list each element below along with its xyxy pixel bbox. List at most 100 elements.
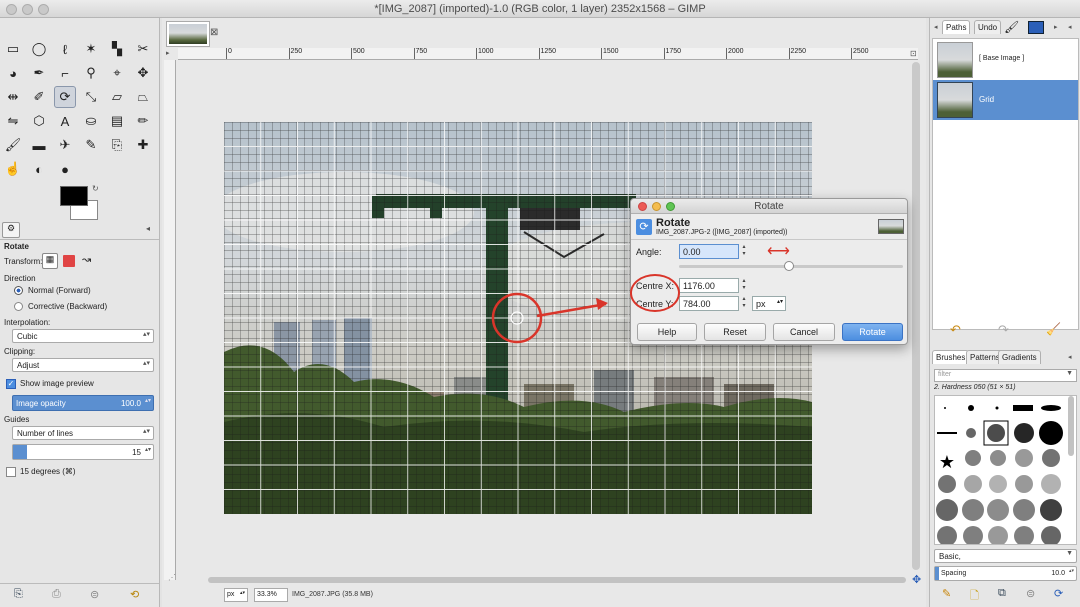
bucket-fill-icon[interactable]: ⛀ <box>80 110 102 132</box>
color-picker-icon[interactable]: ⌐ <box>54 62 76 84</box>
brush-filter-input[interactable]: filter ▼ <box>934 369 1077 382</box>
swap-colors-icon[interactable]: ↻ <box>92 184 99 193</box>
dock-scroll-left-icon[interactable]: ◂ <box>934 23 938 31</box>
tab-paths[interactable]: Paths <box>942 20 971 34</box>
duplicate-brush-icon[interactable]: ⧉ <box>998 587 1006 600</box>
perspective-icon[interactable]: ⏢ <box>132 86 154 108</box>
dock-menu-icon[interactable]: ◂ <box>1068 23 1072 31</box>
tab-undo[interactable]: Undo <box>974 20 1002 34</box>
guides-select[interactable]: Number of lines ▴▾ <box>12 426 154 440</box>
dodge-icon[interactable]: ● <box>54 158 76 180</box>
ink-icon[interactable]: ✎ <box>80 134 102 156</box>
navigate-corner-icon[interactable]: ⊡ <box>910 49 917 58</box>
help-button[interactable]: Help <box>637 323 697 341</box>
guide-lines-slider[interactable]: 15 ▴▾ <box>12 444 154 460</box>
foreground-color-swatch[interactable] <box>60 186 88 206</box>
rotate-button[interactable]: Rotate <box>842 323 903 341</box>
redo-icon[interactable]: ↷ <box>998 322 1009 338</box>
reset-button[interactable]: Reset <box>704 323 766 341</box>
navigate-icon[interactable]: ✥ <box>912 573 921 586</box>
close-tab-icon[interactable]: ⊠ <box>210 27 218 38</box>
quick-mask-corner[interactable]: ▸ <box>166 49 176 59</box>
align-icon[interactable]: ⇹ <box>2 86 24 108</box>
scale-icon[interactable]: ⤡ <box>80 86 102 108</box>
blur-icon[interactable]: ◐ <box>28 158 50 180</box>
lasso-icon[interactable]: ℓ <box>54 38 76 60</box>
clear-undo-icon[interactable]: 🧹 <box>1046 322 1061 336</box>
measure-icon[interactable]: ⌖ <box>106 62 128 84</box>
angle-slider[interactable] <box>679 261 903 271</box>
text-icon[interactable]: A <box>54 110 76 132</box>
heal-icon[interactable]: ✚ <box>132 134 154 156</box>
centre-y-input[interactable]: 784.00 <box>679 296 739 311</box>
dock-scroll-right-icon[interactable]: ▸ <box>1054 23 1058 31</box>
clipping-select[interactable]: Adjust ▴▾ <box>12 358 154 372</box>
crop-icon[interactable]: ✐ <box>28 86 50 108</box>
new-brush-icon[interactable]: 🗋 <box>970 587 979 606</box>
shear-icon[interactable]: ▱ <box>106 86 128 108</box>
rect-select-icon[interactable]: ▭ <box>2 38 24 60</box>
brushes-menu-icon[interactable]: ◂ <box>1068 353 1072 361</box>
direction-backward-radio[interactable] <box>14 302 23 311</box>
scissors-icon[interactable]: ✂ <box>132 38 154 60</box>
reset-options-icon[interactable]: ⟲ <box>130 588 139 601</box>
direction-forward-radio[interactable] <box>14 286 23 295</box>
list-item[interactable]: [ Base Image ] <box>933 40 1078 80</box>
cage-icon[interactable]: ⬡ <box>28 110 50 132</box>
delete-options-icon[interactable]: ⊜ <box>90 588 99 601</box>
tab-brushes[interactable]: Brushes <box>932 350 970 364</box>
pencil-icon[interactable]: ✏ <box>132 110 154 132</box>
delete-brush-icon[interactable]: ⊜ <box>1026 587 1035 600</box>
vertical-scrollbar[interactable] <box>912 62 920 570</box>
centre-x-input[interactable]: 1176.00 <box>679 278 739 293</box>
unit-select[interactable]: px ▴▾ <box>224 588 248 602</box>
foreground-select-icon[interactable]: ◕ <box>2 62 24 84</box>
transform-layer-icon[interactable]: ▦ <box>42 253 58 269</box>
blend-icon[interactable]: ▤ <box>106 110 128 132</box>
brush-preset-select[interactable]: Basic, ▼ <box>934 549 1077 563</box>
paintbrush-icon[interactable]: 🖌 <box>2 134 24 156</box>
image-tab-thumbnail[interactable] <box>166 21 210 47</box>
interpolation-select[interactable]: Cubic ▴▾ <box>12 329 154 343</box>
move-icon[interactable]: ✥ <box>132 62 154 84</box>
centre-y-spin-icon[interactable]: ▴ ▾ <box>740 296 748 311</box>
paths-icon[interactable]: ✒ <box>28 62 50 84</box>
centre-x-spin-icon[interactable]: ▴ ▾ <box>740 278 748 293</box>
lines-spin-icon[interactable]: ▴▾ <box>145 446 151 453</box>
brush-scrollbar[interactable] <box>1068 396 1074 456</box>
color-select-icon[interactable]: ▚ <box>106 38 128 60</box>
rotate-icon[interactable]: ⟳ <box>54 86 76 108</box>
paintbrush-tab-icon[interactable]: 🖌 <box>1004 20 1019 34</box>
screen-tab-icon[interactable] <box>1028 21 1044 34</box>
cancel-button[interactable]: Cancel <box>773 323 835 341</box>
angle-spin-icon[interactable]: ▴ ▾ <box>740 244 748 259</box>
flip-icon[interactable]: ⇋ <box>2 110 24 132</box>
ellipse-select-icon[interactable]: ◯ <box>28 38 50 60</box>
tab-gradients[interactable]: Gradients <box>998 350 1041 364</box>
restore-options-icon[interactable]: ⎙ <box>52 588 61 601</box>
angle-input[interactable]: 0.00 <box>679 244 739 259</box>
smudge-icon[interactable]: ☝ <box>2 158 24 180</box>
vertical-ruler[interactable] <box>164 60 176 580</box>
horizontal-ruler[interactable]: 0 250 500 750 1000 1250 1500 1750 2000 2250 2500 <box>178 48 918 60</box>
undo-icon[interactable]: ↶ <box>950 322 961 338</box>
zoom-corner-icon[interactable]: ⋰ <box>168 573 176 582</box>
eraser-icon[interactable]: ▬ <box>28 134 50 156</box>
horizontal-scrollbar[interactable] <box>208 577 906 583</box>
save-options-icon[interactable]: ⎘ <box>14 588 23 601</box>
opacity-spin-icon[interactable]: ▴▾ <box>145 397 151 404</box>
zoom-icon[interactable]: ⚲ <box>80 62 102 84</box>
tool-options-tab[interactable]: ⚙ <box>2 222 20 238</box>
fifteen-degrees-checkbox[interactable] <box>6 467 16 477</box>
show-preview-checkbox[interactable]: ✓ <box>6 379 16 389</box>
image-opacity-slider[interactable]: Image opacity 100.0 ▴▾ <box>12 395 154 411</box>
brush-grid[interactable]: ★ <box>934 395 1077 545</box>
centre-unit-select[interactable]: px ▴▾ <box>752 296 786 311</box>
spacing-slider[interactable]: Spacing 10.0 ▴▾ <box>934 566 1077 581</box>
configure-tab-icon[interactable]: ◂ <box>146 224 150 233</box>
refresh-brushes-icon[interactable]: ⟳ <box>1054 587 1063 600</box>
fuzzy-select-icon[interactable]: ✶ <box>80 38 102 60</box>
transform-selection-icon[interactable] <box>63 255 75 267</box>
angle-slider-thumb[interactable] <box>784 261 794 271</box>
airbrush-icon[interactable]: ✈ <box>54 134 76 156</box>
